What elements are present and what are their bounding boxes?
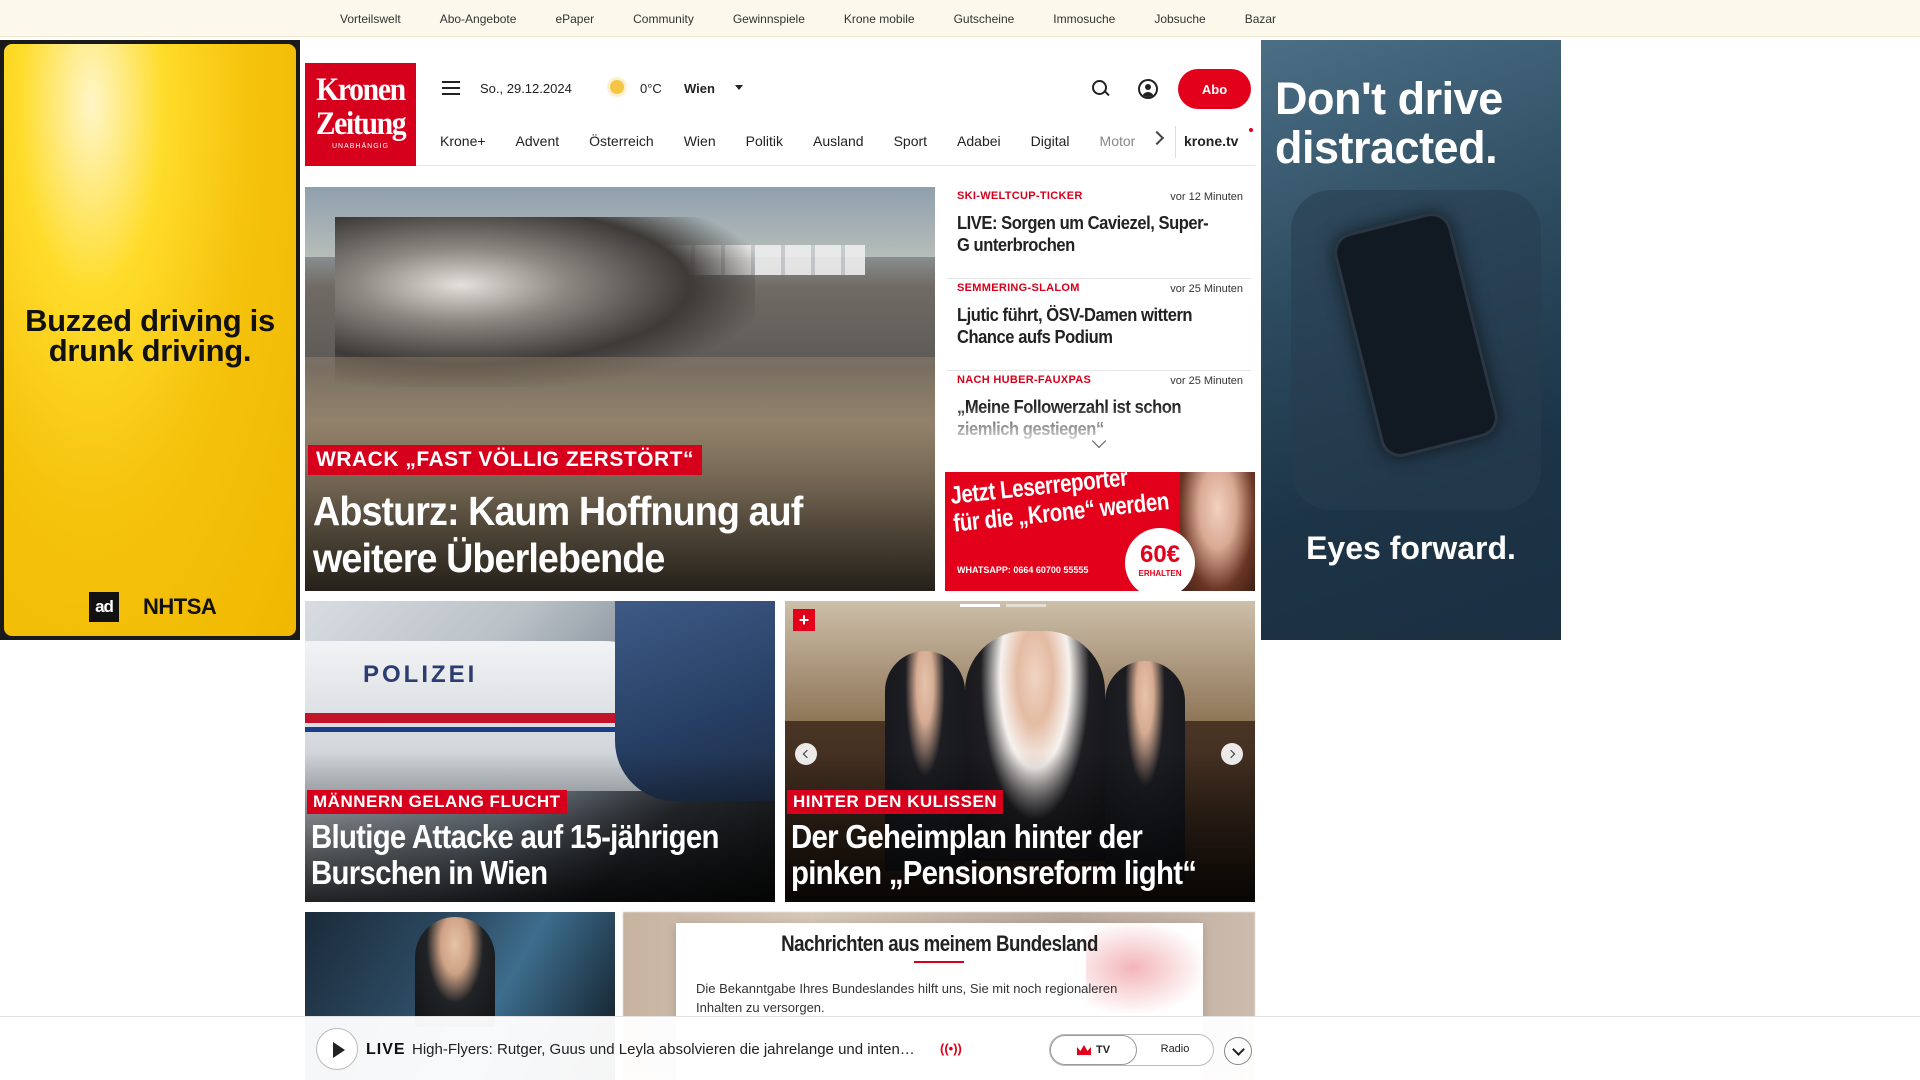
hero-title: Absturz: Kaum Hoffnung auf weitere Überl…	[313, 488, 803, 581]
article-card-carousel[interactable]: + HINTER DEN KULISSEN Der Geheimplan hin…	[785, 601, 1255, 902]
bundesland-dialog-text: Die Bekanntgabe Ihres Bundeslandes hilft…	[696, 981, 1118, 1015]
singer-image	[415, 917, 495, 1027]
utility-link-community[interactable]: Community	[633, 12, 694, 26]
nav-item-krone-tv[interactable]: krone.tv	[1184, 133, 1238, 149]
chevron-down-icon[interactable]	[735, 85, 743, 90]
police-car-stripe	[305, 727, 665, 732]
ticker-title: LIVE: Sorgen um Caviezel, Super-G unterb…	[957, 213, 1209, 255]
reward-sub: ERHALTEN	[1138, 569, 1182, 578]
logo-tagline: UNABHÄNGIG	[331, 143, 390, 150]
carousel-indicator[interactable]	[960, 604, 1000, 607]
broadcast-icon: ((•))	[940, 1041, 962, 1056]
live-dot-icon	[1249, 128, 1253, 132]
search-icon[interactable]	[1092, 80, 1108, 96]
sun-icon	[610, 80, 624, 94]
ad-right-skyscraper[interactable]: Don't drive distracted. Eyes forward.	[1261, 40, 1561, 640]
nav-item-adabei[interactable]: Adabei	[957, 133, 1001, 149]
ad-left-skyscraper[interactable]: Buzzed driving is drunk driving. ad NHTS…	[0, 40, 300, 640]
ad-right-footer: Eyes forward.	[1306, 530, 1516, 566]
nav-item-politik[interactable]: Politik	[746, 133, 783, 149]
nav-item-sport[interactable]: Sport	[894, 133, 927, 149]
user-icon[interactable]	[1138, 79, 1158, 99]
utility-link-vorteilswelt[interactable]: Vorteilswelt	[340, 12, 401, 26]
main-nav: Krone+ Advent Österreich Wien Politik Au…	[416, 126, 1256, 166]
police-car-stripe	[305, 713, 665, 723]
expand-player-button[interactable]	[1224, 1037, 1252, 1065]
utility-link-bazar[interactable]: Bazar	[1245, 12, 1276, 26]
ad-council-logo: ad	[89, 592, 119, 622]
utility-bar: Vorteilswelt Abo-Angebote ePaper Communi…	[0, 0, 1920, 37]
nav-item-wien[interactable]: Wien	[684, 133, 716, 149]
tv-radio-switch: TV Radio	[1049, 1034, 1214, 1066]
ad-right-headline: Don't drive distracted.	[1275, 73, 1503, 173]
utility-link-jobsuche[interactable]: Jobsuche	[1154, 12, 1205, 26]
hero-article[interactable]: WRACK „FAST VÖLLIG ZERSTÖRT“ Absturz: Ka…	[305, 187, 935, 591]
utility-link-immosuche[interactable]: Immosuche	[1053, 12, 1115, 26]
card-title: Blutige Attacke auf 15-jährigen Burschen…	[311, 818, 719, 891]
reward-amount: 60€	[1139, 541, 1181, 568]
card-title: Der Geheimplan hinter der pinken „Pensio…	[791, 818, 1197, 891]
logo-line2: Zeitung	[315, 106, 407, 142]
carousel-prev-button[interactable]	[795, 743, 817, 765]
whatsapp-number: WHATSAPP: 0664 60700 55555	[957, 565, 1089, 575]
nav-item-advent[interactable]: Advent	[516, 133, 560, 149]
nav-item-ausland[interactable]: Ausland	[813, 133, 864, 149]
utility-link-krone-mobile[interactable]: Krone mobile	[844, 12, 915, 26]
reward-badge: 60€ ERHALTEN	[1125, 528, 1195, 591]
nav-item-digital[interactable]: Digital	[1031, 133, 1070, 149]
nav-item-krone-plus[interactable]: Krone+	[440, 133, 486, 149]
radio-toggle[interactable]: Radio	[1142, 1043, 1208, 1055]
crown-icon	[1076, 1045, 1091, 1055]
tv-toggle[interactable]: TV	[1050, 1035, 1137, 1065]
krone-plus-icon: +	[793, 609, 815, 631]
ad-left-background: Buzzed driving is drunk driving. ad NHTS…	[4, 44, 296, 636]
leserreporter-ad[interactable]: Jetzt Leserreporter für die „Krone“ werd…	[945, 472, 1255, 591]
ticker-time: vor 25 Minuten	[1170, 375, 1243, 387]
police-car-label: POLIZEI	[363, 661, 478, 688]
nav-item-oesterreich[interactable]: Österreich	[589, 133, 654, 149]
utility-link-epaper[interactable]: ePaper	[555, 12, 594, 26]
logo-line1: Kronen	[316, 72, 406, 108]
utility-link-abo-angebote[interactable]: Abo-Angebote	[440, 12, 517, 26]
nav-item-motor[interactable]: Motor	[1100, 133, 1136, 149]
title-underline	[914, 961, 964, 963]
play-button[interactable]	[316, 1028, 358, 1070]
ticker-time: vor 12 Minuten	[1170, 191, 1243, 203]
ad-left-headline: Buzzed driving is drunk driving.	[25, 303, 275, 368]
live-stream-title[interactable]: High-Flyers: Rutger, Guus und Leyla abso…	[412, 1041, 932, 1058]
ticker-title: Ljutic führt, ÖSV-Damen wittern Chance a…	[957, 305, 1193, 347]
utility-link-gewinnspiele[interactable]: Gewinnspiele	[733, 12, 805, 26]
menu-icon[interactable]	[442, 81, 460, 95]
main-nav-list: Krone+ Advent Österreich Wien Politik Au…	[440, 126, 1165, 156]
leserreporter-ad-headline: Jetzt Leserreporter für die „Krone“ werd…	[949, 472, 1170, 538]
nhtsa-logo: NHTSA	[143, 594, 217, 619]
city-selector[interactable]: Wien	[684, 81, 715, 96]
ad-left-logos: ad NHTSA	[89, 592, 217, 622]
header-date: So., 29.12.2024	[480, 81, 572, 96]
utility-link-gutscheine[interactable]: Gutscheine	[954, 12, 1015, 26]
ticker-time: vor 25 Minuten	[1170, 283, 1243, 295]
live-label: LIVE	[366, 1041, 406, 1058]
card-kicker: MÄNNERN GELANG FLUCHT	[307, 790, 567, 814]
carousel-indicator[interactable]	[1006, 604, 1046, 607]
carousel-indicators	[960, 604, 1046, 607]
bundesland-dialog-title: Nachrichten aus meinem Bundesland	[781, 931, 1098, 956]
abo-button[interactable]: Abo	[1178, 69, 1251, 109]
live-player-bar: LIVE High-Flyers: Rutger, Guus und Leyla…	[0, 1016, 1920, 1080]
header-temperature: 0°C	[640, 81, 662, 96]
card-kicker: HINTER DEN KULISSEN	[787, 790, 1004, 814]
tv-toggle-label: TV	[1095, 1044, 1111, 1056]
nav-divider	[1175, 126, 1176, 158]
utility-links: Vorteilswelt Abo-Angebote ePaper Communi…	[340, 0, 1315, 37]
ticker-item[interactable]: SEMMERING-SLALOM vor 25 Minuten Ljutic f…	[947, 279, 1251, 371]
ticker-item[interactable]: SKI-WELTCUP-TICKER vor 12 Minuten LIVE: …	[947, 187, 1251, 279]
carousel-next-button[interactable]	[1221, 743, 1243, 765]
kronen-zeitung-logo[interactable]: Kronen Zeitung UNABHÄNGIG	[305, 63, 416, 166]
hero-kicker: WRACK „FAST VÖLLIG ZERSTÖRT“	[308, 445, 702, 475]
article-card[interactable]: POLIZEI MÄNNERN GELANG FLUCHT Blutige At…	[305, 601, 775, 902]
